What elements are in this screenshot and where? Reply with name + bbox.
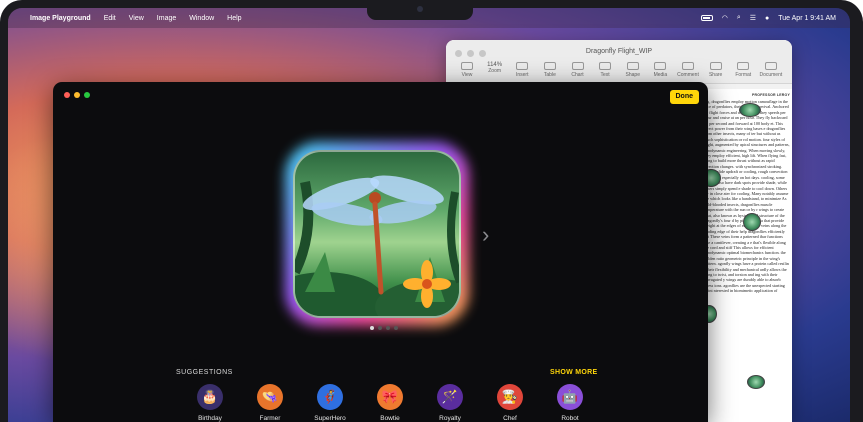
laptop-bezel: Image Playground Edit View Image Window … bbox=[0, 0, 863, 422]
tool-shape[interactable]: Shape bbox=[620, 62, 646, 78]
tool-comment[interactable]: Comment bbox=[675, 62, 701, 78]
tool-insert[interactable]: Insert bbox=[509, 62, 535, 78]
camera-icon bbox=[417, 6, 423, 12]
siri-icon[interactable]: ● bbox=[765, 15, 769, 22]
tool-comment-label: Comment bbox=[677, 72, 699, 78]
tool-text-label: Text bbox=[600, 72, 610, 78]
page-indicator bbox=[370, 326, 398, 330]
dragonfly-sticker-image[interactable] bbox=[747, 375, 765, 389]
suggestion-royalty[interactable]: 🪄 Royalty bbox=[420, 384, 480, 422]
dragonfly-sticker-image[interactable] bbox=[743, 213, 761, 231]
tool-shape-label: Shape bbox=[625, 72, 640, 78]
menu-help[interactable]: Help bbox=[227, 15, 241, 22]
table-icon bbox=[543, 62, 556, 70]
minimize-button[interactable] bbox=[74, 92, 80, 98]
document-body-text[interactable]: ing, dragonflies employ motion camouflag… bbox=[704, 99, 790, 294]
tool-format[interactable]: Format bbox=[730, 62, 756, 78]
dragonfly-sticker-image[interactable] bbox=[739, 103, 761, 117]
dragonfly-illustration bbox=[295, 175, 459, 316]
suggestion-label: Chef bbox=[503, 415, 517, 422]
suggestion-farmer[interactable]: 👒 Farmer bbox=[240, 384, 300, 422]
menu-view[interactable]: View bbox=[129, 15, 144, 22]
tool-document[interactable]: Document bbox=[758, 62, 784, 78]
menu-edit[interactable]: Edit bbox=[104, 15, 116, 22]
share-icon bbox=[709, 62, 722, 70]
menu-app-name[interactable]: Image Playground bbox=[30, 15, 91, 22]
scepter-icon: 🪄 bbox=[437, 384, 463, 410]
media-icon bbox=[654, 62, 667, 70]
document-icon bbox=[764, 62, 777, 70]
page-dot[interactable] bbox=[378, 326, 382, 330]
generated-dragonfly-image[interactable] bbox=[293, 150, 461, 318]
suggestion-label: SuperHero bbox=[314, 415, 346, 422]
sidebar-icon bbox=[461, 62, 473, 70]
tool-chart-label: Chart bbox=[571, 72, 584, 78]
document-page[interactable]: PROFESSOR LEROY ing, dragonflies employ … bbox=[699, 89, 792, 422]
control-center-icon[interactable]: ☰ bbox=[750, 14, 756, 22]
tool-share[interactable]: Share bbox=[703, 62, 729, 78]
text-icon bbox=[599, 62, 612, 70]
format-brush-icon bbox=[737, 62, 750, 70]
show-more-button[interactable]: SHOW MORE bbox=[550, 369, 597, 376]
tool-table-label: Table bbox=[543, 72, 556, 78]
tool-zoom[interactable]: 114% Zoom bbox=[482, 62, 508, 78]
image-playground-window: Done › SUGGESTIONS SHOW MORE 🎂 Birthday … bbox=[53, 82, 708, 422]
page-dot[interactable] bbox=[386, 326, 390, 330]
suggestion-label: Farmer bbox=[259, 415, 281, 422]
tool-media[interactable]: Media bbox=[647, 62, 673, 78]
chart-icon bbox=[571, 62, 584, 70]
page-dot[interactable] bbox=[394, 326, 398, 330]
birthday-cake-icon: 🎂 bbox=[197, 384, 223, 410]
menubar-clock[interactable]: Tue Apr 1 9:41 AM bbox=[778, 15, 836, 22]
robot-icon: 🤖 bbox=[557, 384, 583, 410]
wifi-icon[interactable]: ◠ bbox=[722, 14, 728, 22]
superhero-mask-icon: 🦸 bbox=[317, 384, 343, 410]
insert-icon bbox=[516, 62, 529, 70]
farmer-hat-icon: 👒 bbox=[257, 384, 283, 410]
close-button[interactable] bbox=[64, 92, 70, 98]
menu-image[interactable]: Image bbox=[157, 15, 176, 22]
bowtie-icon: 🎀 bbox=[377, 384, 403, 410]
tool-format-label: Format bbox=[735, 72, 752, 78]
page-dot[interactable] bbox=[370, 326, 374, 330]
comment-icon bbox=[682, 62, 694, 70]
tool-media-label: Media bbox=[653, 72, 668, 78]
status-area: ◠ ⌕ ☰ ● Tue Apr 1 9:41 AM bbox=[700, 14, 836, 22]
chef-hat-icon: 👨‍🍳 bbox=[497, 384, 523, 410]
tool-view[interactable]: View bbox=[454, 62, 480, 78]
suggestion-bowtie[interactable]: 🎀 Bowtie bbox=[360, 384, 420, 422]
suggestion-label: Robot bbox=[561, 415, 579, 422]
tool-chart[interactable]: Chart bbox=[565, 62, 591, 78]
shape-icon bbox=[626, 62, 639, 70]
suggestions-heading: SUGGESTIONS bbox=[176, 369, 233, 376]
suggestion-label: Royalty bbox=[439, 415, 461, 422]
tool-document-label: Document bbox=[759, 72, 783, 78]
tool-insert-label: Insert bbox=[515, 72, 529, 78]
tool-view-label: View bbox=[461, 72, 473, 78]
suggestion-label: Birthday bbox=[198, 415, 222, 422]
suggestion-superhero[interactable]: 🦸 SuperHero bbox=[300, 384, 360, 422]
fullscreen-button[interactable] bbox=[84, 92, 90, 98]
pages-toolbar: Dragonfly Flight_WIP View 114% Zoom Inser… bbox=[446, 40, 792, 84]
page-header: PROFESSOR LEROY bbox=[751, 93, 790, 97]
desktop-screen: Image Playground Edit View Image Window … bbox=[8, 8, 850, 422]
suggestion-label: Bowtie bbox=[380, 415, 400, 422]
tool-zoom-label: Zoom bbox=[488, 68, 502, 74]
suggestion-birthday[interactable]: 🎂 Birthday bbox=[180, 384, 240, 422]
pages-tool-row: View 114% Zoom Insert Table Chart Text Sh… bbox=[454, 62, 784, 78]
camera-notch bbox=[367, 0, 473, 20]
tool-share-label: Share bbox=[708, 72, 723, 78]
battery-icon[interactable] bbox=[700, 15, 713, 21]
suggestion-chef[interactable]: 👨‍🍳 Chef bbox=[480, 384, 540, 422]
search-icon[interactable]: ⌕ bbox=[737, 14, 741, 22]
tool-text[interactable]: Text bbox=[592, 62, 618, 78]
suggestion-robot[interactable]: 🤖 Robot bbox=[540, 384, 600, 422]
window-controls bbox=[64, 92, 90, 98]
menu-window[interactable]: Window bbox=[189, 15, 214, 22]
tool-table[interactable]: Table bbox=[537, 62, 563, 78]
suggestion-list: 🎂 Birthday 👒 Farmer 🦸 SuperHero 🎀 Bowtie… bbox=[180, 384, 600, 422]
next-image-chevron-icon[interactable]: › bbox=[482, 224, 489, 246]
pages-document-title: Dragonfly Flight_WIP bbox=[585, 48, 653, 55]
done-button[interactable]: Done bbox=[669, 90, 699, 104]
